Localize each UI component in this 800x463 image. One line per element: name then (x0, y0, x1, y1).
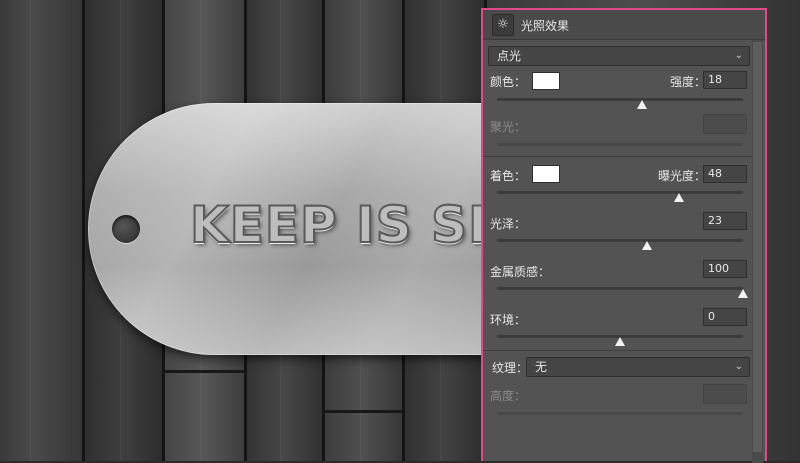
scrollbar-thumb[interactable] (753, 42, 762, 452)
gloss-label: 光泽： (490, 217, 527, 231)
section-divider (483, 156, 752, 157)
section-divider (483, 350, 752, 351)
ambience-input[interactable]: 0 (703, 308, 747, 326)
exposure-slider-thumb[interactable] (674, 193, 685, 202)
color-label: 颜色： (490, 75, 527, 89)
light-bulb-icon: ☼ (492, 14, 514, 36)
lighting-effects-panel: ☼ 光照效果 点光 ⌄ 颜色： 强度： 18 聚光： 着色： 曝光度： 48 光… (481, 8, 767, 463)
plank-joint (163, 370, 245, 373)
height-input (703, 384, 747, 404)
metallic-slider-thumb[interactable] (738, 289, 748, 298)
panel-title: 光照效果 (521, 19, 570, 33)
texture-value: 无 (535, 360, 548, 374)
intensity-label: 强度： (670, 75, 707, 89)
light-type-select[interactable]: 点光 ⌄ (488, 46, 750, 66)
ambience-label: 环境： (490, 313, 527, 327)
panel-scrollbar[interactable] (752, 40, 763, 463)
exposure-label: 曝光度： (658, 169, 707, 183)
intensity-slider-track[interactable] (497, 98, 743, 109)
texture-label: 纹理： (492, 361, 529, 375)
texture-select[interactable]: 无 ⌄ (526, 357, 750, 377)
plank-gap (82, 0, 85, 461)
metallic-label: 金属质感： (490, 265, 551, 279)
colorize-label: 着色： (490, 169, 527, 183)
height-slider-track (497, 412, 743, 415)
intensity-input[interactable]: 18 (703, 71, 747, 89)
height-label: 高度： (490, 389, 527, 403)
gloss-slider-thumb[interactable] (642, 241, 653, 250)
hotspot-slider-track (497, 143, 743, 146)
exposure-slider-track[interactable] (497, 191, 743, 202)
color-swatch[interactable] (532, 72, 560, 90)
chevron-down-icon: ⌄ (734, 361, 743, 372)
chevron-down-icon: ⌄ (734, 50, 743, 61)
tag-embossed-text: KEEP IS SIMPLE (190, 196, 490, 254)
intensity-slider-thumb[interactable] (637, 100, 648, 109)
light-type-value: 点光 (497, 49, 522, 63)
tag-hole (112, 215, 140, 243)
hotspot-label: 聚光： (490, 120, 527, 134)
panel-header: ☼ 光照效果 (483, 10, 765, 40)
gloss-slider-track[interactable] (497, 239, 743, 250)
metallic-slider-track[interactable] (497, 287, 748, 298)
ambience-slider-thumb[interactable] (615, 337, 625, 346)
ambience-slider-track[interactable] (497, 335, 743, 346)
hotspot-input (703, 114, 747, 134)
metallic-input[interactable]: 100 (703, 260, 747, 278)
wood-plank (0, 0, 83, 461)
plank-joint (323, 410, 403, 413)
colorize-swatch[interactable] (532, 165, 560, 183)
exposure-input[interactable]: 48 (703, 165, 747, 183)
gloss-input[interactable]: 23 (703, 212, 747, 230)
